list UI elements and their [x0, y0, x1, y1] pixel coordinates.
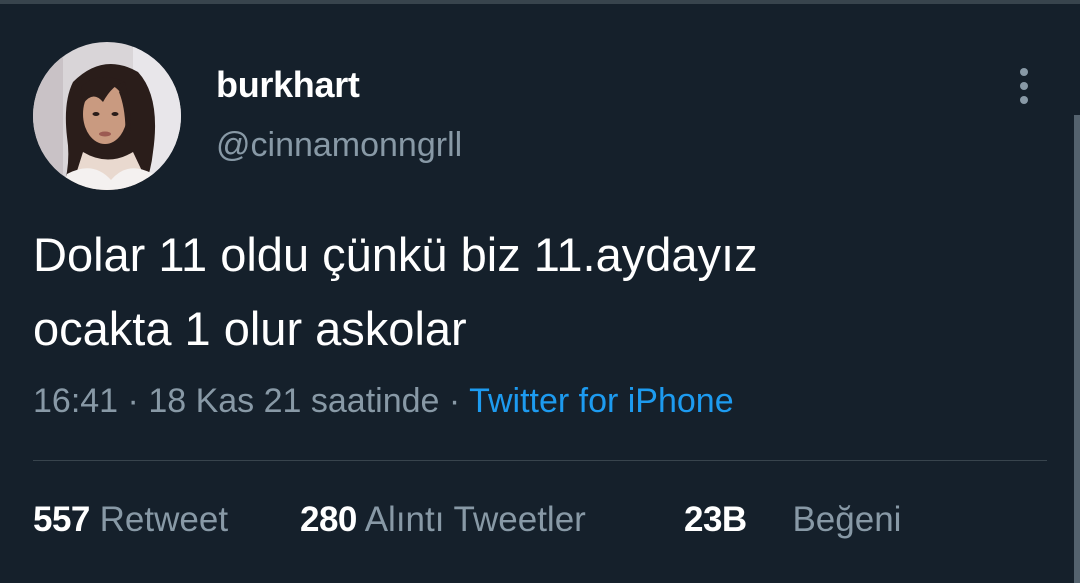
divider: [33, 460, 1047, 461]
avatar[interactable]: [33, 42, 181, 190]
retweet-count: 557: [33, 500, 90, 539]
avatar-photo: [33, 42, 181, 190]
quote-count: 280: [300, 500, 357, 539]
scrollbar[interactable]: [1074, 115, 1080, 583]
tweet-text-line: Dolar 11 oldu çünkü biz 11.aydayız: [33, 228, 758, 281]
retweet-label: Retweet: [99, 500, 229, 539]
user-handle[interactable]: @cinnamonngrll: [216, 126, 462, 165]
tweet-time[interactable]: 16:41: [33, 382, 118, 420]
quote-tweets-stat[interactable]: 280 Alıntı Tweetler: [300, 500, 586, 540]
meta-separator: ·: [127, 382, 139, 420]
top-border: [0, 0, 1080, 4]
tweet-meta: 16:41 · 18 Kas 21 saatinde · Twitter for…: [33, 382, 734, 421]
retweets-stat[interactable]: 557 Retweet: [33, 500, 228, 540]
like-count: 23B: [684, 500, 747, 539]
tweet-text: Dolar 11 oldu çünkü biz 11.aydayız ocakt…: [33, 218, 1043, 366]
likes-stat[interactable]: 23B Beğeni: [684, 500, 901, 540]
tweet-source-link[interactable]: Twitter for iPhone: [469, 382, 734, 420]
quote-label: Alıntı Tweetler: [364, 500, 586, 539]
tweet-date[interactable]: 18 Kas 21 saatinde: [148, 382, 439, 420]
display-name[interactable]: burkhart: [216, 64, 360, 106]
like-label: Beğeni: [792, 500, 902, 539]
tweet-text-line: ocakta 1 olur askolar: [33, 302, 467, 355]
more-vertical-icon[interactable]: [1006, 64, 1042, 108]
meta-separator: ·: [448, 382, 461, 420]
